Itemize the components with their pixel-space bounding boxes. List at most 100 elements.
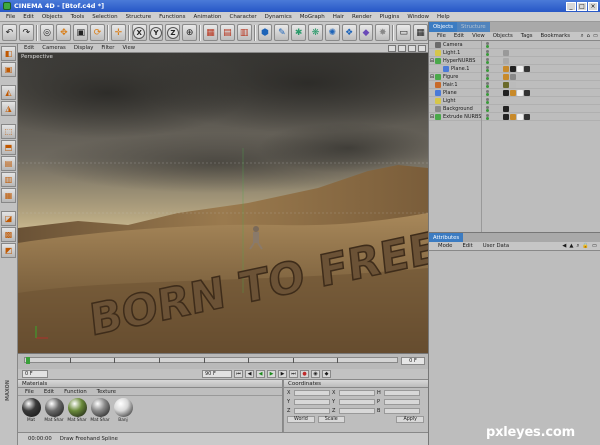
search-icon[interactable]: ⌕: [576, 242, 579, 250]
minimize-button[interactable]: _: [566, 1, 576, 11]
array-button[interactable]: ❋: [308, 24, 323, 41]
up-arrow-icon[interactable]: ▲: [569, 242, 573, 250]
z-axis-lock-button[interactable]: Z: [165, 24, 181, 41]
next-key-button[interactable]: ▶: [278, 370, 287, 378]
object-mode-icon[interactable]: ▣: [1, 62, 16, 77]
tweak-mode-icon[interactable]: ▩: [1, 227, 16, 242]
scale-tool-button[interactable]: ▣: [73, 24, 89, 41]
visibility-dots[interactable]: [486, 113, 489, 120]
object-row[interactable]: Plane.1: [429, 65, 600, 73]
viewport-menu-display[interactable]: Display: [70, 45, 98, 51]
render-settings-button[interactable]: ▥: [236, 24, 252, 41]
uv-points-icon[interactable]: ▥: [1, 172, 16, 187]
viewport-menu-view[interactable]: View: [118, 45, 139, 51]
current-frame-field[interactable]: 90 F: [202, 370, 232, 378]
material-item[interactable]: Mat Shar: [90, 398, 110, 423]
object-row[interactable]: ⊟ HyperNURBS: [429, 57, 600, 65]
viewport-menu-filter[interactable]: Filter: [97, 45, 118, 51]
viewport-menu-cameras[interactable]: Cameras: [38, 45, 70, 51]
spline-button[interactable]: ✎: [274, 24, 290, 41]
size-mode-select[interactable]: Scale: [317, 416, 345, 423]
object-tags[interactable]: [503, 65, 530, 72]
new-window-icon[interactable]: ▭: [593, 32, 598, 40]
object-row[interactable]: Hair.1: [429, 81, 600, 89]
menu-objects[interactable]: Objects: [38, 14, 67, 20]
object-tags[interactable]: [503, 49, 509, 56]
points-mode-icon[interactable]: ⬚: [1, 124, 16, 139]
menu-mograph[interactable]: MoGraph: [296, 14, 329, 20]
object-tags[interactable]: [503, 57, 509, 64]
objects-menu-tags[interactable]: Tags: [517, 32, 537, 40]
render-picture-viewer-button[interactable]: ▤: [219, 24, 235, 41]
menu-help[interactable]: Help: [433, 14, 454, 20]
environment-button[interactable]: ◆: [358, 24, 374, 41]
viewport-rotate-icon[interactable]: [408, 44, 416, 52]
polygons-mode-icon[interactable]: ▤: [1, 156, 16, 171]
visibility-dots[interactable]: [486, 49, 489, 56]
edges-mode-icon[interactable]: ⬒: [1, 140, 16, 155]
axis-mode-icon[interactable]: ◮: [1, 101, 16, 116]
snap-icon[interactable]: ◩: [1, 243, 16, 258]
prev-key-button[interactable]: ◀: [245, 370, 254, 378]
materials-menu-texture[interactable]: Texture: [93, 388, 120, 395]
search-icon[interactable]: ⌕: [581, 32, 584, 40]
viewport-zoom-icon[interactable]: [398, 44, 406, 52]
objects-menu-file[interactable]: File: [433, 32, 450, 40]
timeline-end-frame[interactable]: 0 F: [401, 357, 425, 365]
object-tags[interactable]: [503, 105, 509, 112]
attributes-menu-edit[interactable]: Edit: [457, 242, 477, 250]
object-tags[interactable]: [503, 73, 516, 80]
material-item[interactable]: Mat Shar: [67, 398, 87, 423]
visibility-dots[interactable]: [486, 65, 489, 72]
visibility-dots[interactable]: [486, 97, 489, 104]
material-item[interactable]: Mat: [21, 398, 41, 423]
materials-menu-file[interactable]: File: [21, 388, 38, 395]
object-row[interactable]: ⊟ Figure: [429, 73, 600, 81]
object-row[interactable]: ⊟ Extrude NURBS: [429, 113, 600, 121]
viewport-toggle-icon[interactable]: [418, 44, 426, 52]
viewport-pan-icon[interactable]: [388, 44, 396, 52]
object-row[interactable]: Plane: [429, 89, 600, 97]
menu-window[interactable]: Window: [403, 14, 433, 20]
camera-light-button[interactable]: ✸: [375, 24, 391, 41]
keyframe-selection-button[interactable]: ◆: [322, 370, 331, 378]
new-window-icon[interactable]: ▭: [592, 242, 597, 250]
back-arrow-icon[interactable]: ◀: [562, 242, 566, 250]
visibility-dots[interactable]: [486, 57, 489, 64]
size-z-field[interactable]: [339, 408, 375, 414]
move-tool-button[interactable]: ✥: [56, 24, 72, 41]
materials-menu-function[interactable]: Function: [60, 388, 91, 395]
menu-tools[interactable]: Tools: [67, 14, 89, 20]
timeline[interactable]: 0 F: [18, 353, 428, 369]
objects-menu-edit[interactable]: Edit: [450, 32, 468, 40]
attributes-menu-user-data[interactable]: User Data: [478, 242, 514, 250]
visibility-dots[interactable]: [486, 81, 489, 88]
close-button[interactable]: ×: [588, 1, 598, 11]
coordinate-system-button[interactable]: ⊕: [182, 24, 198, 41]
animation-mode-icon[interactable]: ◪: [1, 211, 16, 226]
object-tags[interactable]: [503, 113, 530, 120]
play-back-button[interactable]: ◀: [256, 370, 265, 378]
layout-button[interactable]: ▭: [396, 24, 412, 41]
material-item[interactable]: Banj: [113, 398, 133, 423]
position-y-field[interactable]: [294, 399, 330, 405]
y-axis-lock-button[interactable]: Y: [148, 24, 164, 41]
rotation-b-field[interactable]: [384, 408, 420, 414]
menu-plugins[interactable]: Plugins: [376, 14, 404, 20]
visibility-dots[interactable]: [486, 105, 489, 112]
timeline-playhead[interactable]: [26, 357, 30, 364]
model-mode-icon[interactable]: ◧: [1, 46, 16, 61]
menu-functions[interactable]: Functions: [155, 14, 189, 20]
visibility-dots[interactable]: [486, 73, 489, 80]
rotation-p-field[interactable]: [384, 399, 420, 405]
home-icon[interactable]: ⌂: [587, 32, 590, 40]
object-row[interactable]: Background: [429, 105, 600, 113]
menu-animation[interactable]: Animation: [189, 14, 225, 20]
rotate-tool-button[interactable]: ⟳: [90, 24, 105, 41]
render-view-button[interactable]: ▦: [203, 24, 218, 41]
menu-edit[interactable]: Edit: [19, 14, 38, 20]
move-axis-button[interactable]: ✛: [110, 24, 126, 41]
timeline-track[interactable]: [24, 357, 398, 364]
go-end-button[interactable]: ⏭: [289, 370, 298, 378]
go-start-button[interactable]: ⏮: [234, 370, 243, 378]
